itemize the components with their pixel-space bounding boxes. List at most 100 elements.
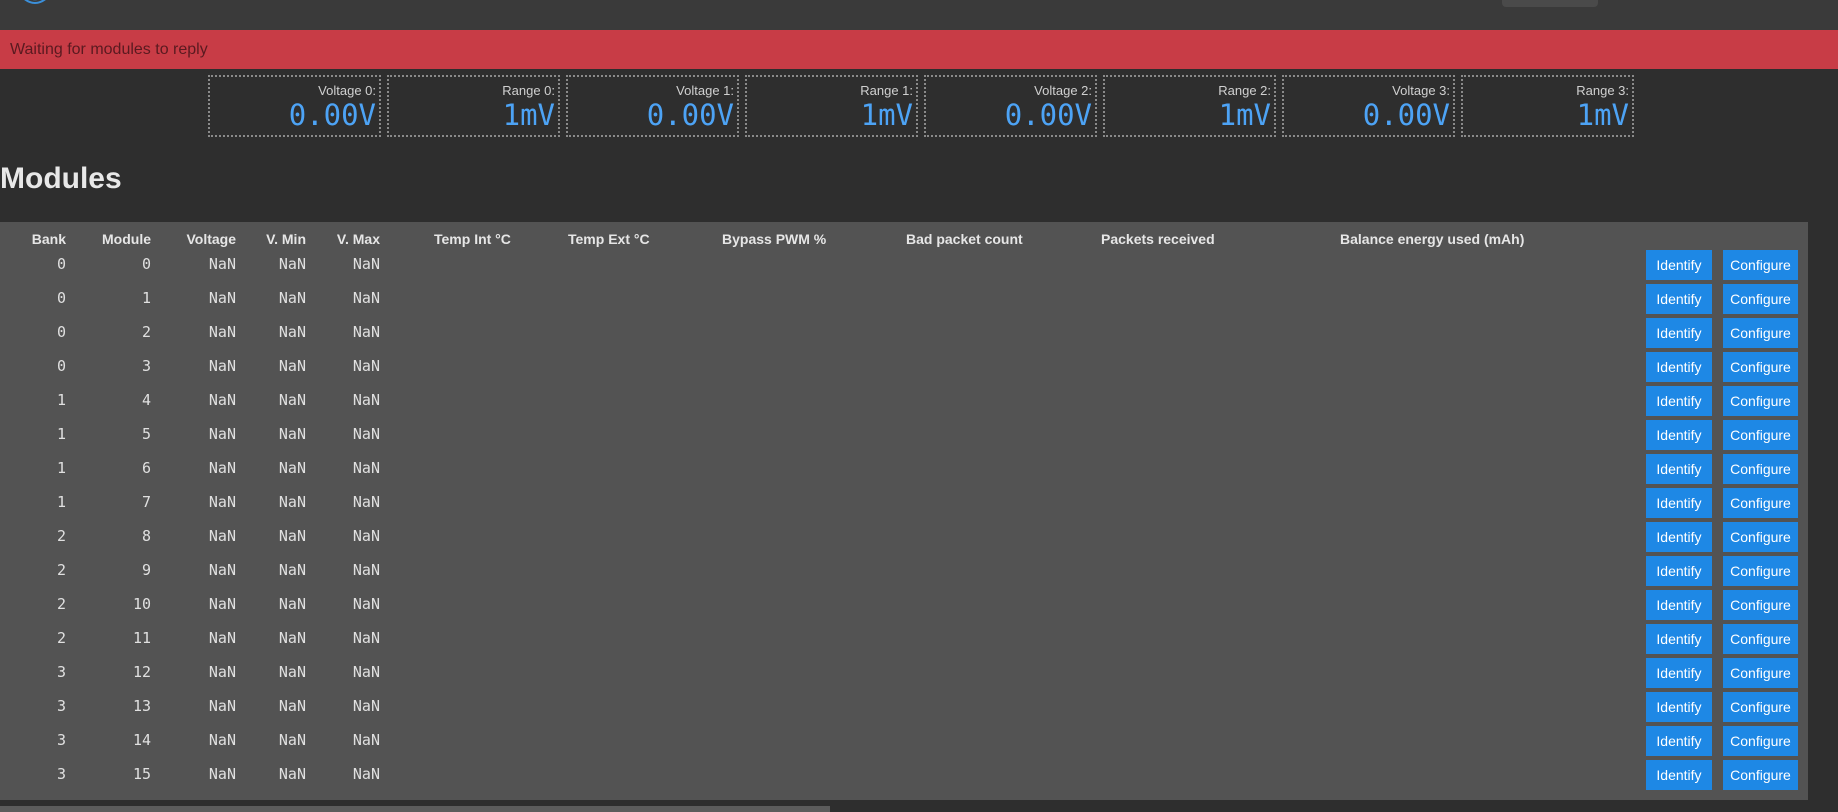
identify-button[interactable]: Identify <box>1646 352 1712 382</box>
cell-module: 15 <box>132 765 151 783</box>
stat-box: Range 1: 1mV <box>745 75 918 137</box>
cell-vmax: NaN <box>352 357 380 375</box>
cell-bank: 0 <box>56 357 66 375</box>
cell-vmin: NaN <box>278 391 306 409</box>
modules-table <box>0 222 1808 800</box>
identify-button[interactable]: Identify <box>1646 284 1712 314</box>
stat-label: Range 2: <box>1218 83 1271 98</box>
cell-vmax: NaN <box>352 493 380 511</box>
identify-button[interactable]: Identify <box>1646 386 1712 416</box>
identify-button[interactable]: Identify <box>1646 624 1712 654</box>
stat-value: 1mV <box>1576 98 1629 132</box>
cell-vmax: NaN <box>352 459 380 477</box>
cell-module: 1 <box>141 289 151 307</box>
cell-vmax: NaN <box>352 663 380 681</box>
configure-button[interactable]: Configure <box>1723 284 1798 314</box>
identify-button[interactable]: Identify <box>1646 556 1712 586</box>
stat-value: 1mV <box>1218 98 1271 132</box>
stats-bar: Voltage 0: 0.00V Range 0: 1mV Voltage 1: 0.00… <box>208 75 1640 137</box>
configure-button[interactable]: Configure <box>1723 420 1798 450</box>
cell-vmax: NaN <box>352 731 380 749</box>
cell-vmax: NaN <box>352 697 380 715</box>
identify-button[interactable]: Identify <box>1646 318 1712 348</box>
cell-module: 7 <box>141 493 151 511</box>
cell-bank: 3 <box>56 663 66 681</box>
cell-vmax: NaN <box>352 255 380 273</box>
identify-button[interactable]: Identify <box>1646 658 1712 688</box>
configure-button[interactable]: Configure <box>1723 318 1798 348</box>
stat-value: 1mV <box>502 98 555 132</box>
cell-bank: 3 <box>56 697 66 715</box>
cell-bank: 3 <box>56 731 66 749</box>
stat-box: Voltage 0: 0.00V <box>208 75 381 137</box>
configure-button[interactable]: Configure <box>1723 352 1798 382</box>
stat-label: Voltage 0: <box>318 83 376 98</box>
cell-voltage: NaN <box>208 425 236 443</box>
horizontal-scrollbar[interactable] <box>0 806 830 812</box>
identify-button[interactable]: Identify <box>1646 522 1712 552</box>
cell-vmin: NaN <box>278 459 306 477</box>
cell-voltage: NaN <box>208 663 236 681</box>
cell-vmin: NaN <box>278 493 306 511</box>
configure-button[interactable]: Configure <box>1723 760 1798 790</box>
configure-button[interactable]: Configure <box>1723 624 1798 654</box>
cell-vmax: NaN <box>352 323 380 341</box>
configure-button[interactable]: Configure <box>1723 488 1798 518</box>
cell-bank: 0 <box>56 323 66 341</box>
cell-module: 3 <box>141 357 151 375</box>
cell-module: 8 <box>141 527 151 545</box>
identify-button[interactable]: Identify <box>1646 488 1712 518</box>
header-bad-packet-count: Bad packet count <box>906 231 1023 247</box>
stat-box: Range 3: 1mV <box>1461 75 1634 137</box>
cell-bank: 3 <box>56 765 66 783</box>
cell-bank: 0 <box>56 255 66 273</box>
identify-button[interactable]: Identify <box>1646 420 1712 450</box>
cell-bank: 1 <box>56 459 66 477</box>
cell-vmin: NaN <box>278 289 306 307</box>
cell-bank: 2 <box>56 527 66 545</box>
identify-button[interactable]: Identify <box>1646 454 1712 484</box>
configure-button[interactable]: Configure <box>1723 454 1798 484</box>
configure-button[interactable]: Configure <box>1723 556 1798 586</box>
cell-vmax: NaN <box>352 629 380 647</box>
cell-voltage: NaN <box>208 561 236 579</box>
nav-menu-button[interactable] <box>1502 0 1598 7</box>
header-bypass-pwm: Bypass PWM % <box>722 231 827 247</box>
cell-vmin: NaN <box>278 629 306 647</box>
cell-bank: 2 <box>56 595 66 613</box>
stat-box: Range 2: 1mV <box>1103 75 1276 137</box>
configure-button[interactable]: Configure <box>1723 522 1798 552</box>
cell-vmax: NaN <box>352 527 380 545</box>
identify-button[interactable]: Identify <box>1646 760 1712 790</box>
stat-value: 1mV <box>860 98 913 132</box>
configure-button[interactable]: Configure <box>1723 692 1798 722</box>
header-voltage: Voltage <box>186 231 236 247</box>
identify-button[interactable]: Identify <box>1646 250 1712 280</box>
configure-button[interactable]: Configure <box>1723 590 1798 620</box>
cell-vmin: NaN <box>278 595 306 613</box>
identify-button[interactable]: Identify <box>1646 590 1712 620</box>
cell-bank: 2 <box>56 561 66 579</box>
cell-vmin: NaN <box>278 765 306 783</box>
cell-voltage: NaN <box>208 527 236 545</box>
header-vmin: V. Min <box>266 231 306 247</box>
stat-box: Range 0: 1mV <box>387 75 560 137</box>
cell-bank: 1 <box>56 391 66 409</box>
identify-button[interactable]: Identify <box>1646 692 1712 722</box>
cell-module: 13 <box>132 697 151 715</box>
identify-button[interactable]: Identify <box>1646 726 1712 756</box>
configure-button[interactable]: Configure <box>1723 250 1798 280</box>
cell-vmin: NaN <box>278 527 306 545</box>
cell-voltage: NaN <box>208 323 236 341</box>
configure-button[interactable]: Configure <box>1723 386 1798 416</box>
cell-vmin: NaN <box>278 357 306 375</box>
configure-button[interactable]: Configure <box>1723 726 1798 756</box>
cell-module: 11 <box>132 629 151 647</box>
cell-voltage: NaN <box>208 459 236 477</box>
stat-box: Voltage 1: 0.00V <box>566 75 739 137</box>
cell-voltage: NaN <box>208 391 236 409</box>
cell-voltage: NaN <box>208 731 236 749</box>
cell-vmax: NaN <box>352 289 380 307</box>
cell-module: 0 <box>141 255 151 273</box>
configure-button[interactable]: Configure <box>1723 658 1798 688</box>
